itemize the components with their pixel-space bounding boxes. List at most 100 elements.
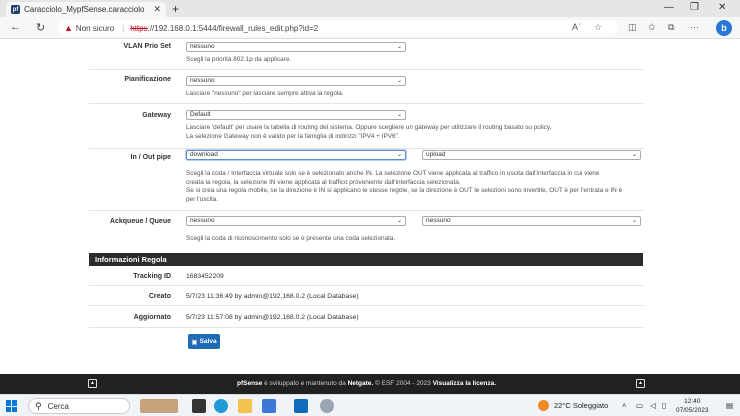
task-view-icon[interactable] [192, 399, 206, 413]
more-menu-icon[interactable]: ··· [690, 22, 699, 32]
taskbar-search[interactable]: ⚲ Cerca [28, 398, 130, 414]
out-pipe-value: upload [426, 151, 446, 158]
read-aloud-icon[interactable]: Aʾ [572, 22, 581, 32]
schedule-value: nessuno [190, 77, 215, 84]
gateway-label: Gateway [142, 112, 171, 119]
out-pipe-select[interactable]: upload ⌄ [422, 150, 641, 160]
created-value: 5/7/23 11:36:49 by admin@192.168.0.2 (Lo… [186, 293, 359, 300]
windows-start-icon[interactable] [6, 400, 18, 412]
pfsense-footer: ▲ pfSense è sviluppato e mantenuto da Ne… [0, 374, 740, 394]
page-content: VLAN Prio Set nessuno ⌄ Scegli la priori… [0, 39, 740, 374]
edge-icon[interactable] [214, 399, 228, 413]
url-separator: | [122, 23, 125, 33]
gateway-help-1: Lasciare 'default' per usare la tabella … [186, 124, 552, 131]
mail-icon[interactable] [294, 399, 308, 413]
vlan-prio-label: VLAN Prio Set [123, 43, 171, 50]
ackqueue-help: Scegli la coda di riconoscimento solo se… [186, 235, 396, 242]
queue-select[interactable]: nessuno ⌄ [422, 216, 641, 226]
volume-icon[interactable]: ◁ [650, 401, 656, 410]
in-pipe-select[interactable]: download ⌄ [186, 150, 406, 160]
network-icon[interactable]: ▭ [636, 401, 643, 410]
chevron-down-icon: ⌄ [631, 218, 637, 224]
footer-mid: è sviluppato e mantenuto da [262, 380, 348, 387]
pfsense-favicon-icon: pf [11, 5, 20, 14]
close-tab-icon[interactable]: ✕ [153, 4, 161, 15]
footer-copyright: © ESF 2004 - 2023 [373, 380, 433, 387]
minimize-icon[interactable]: — [664, 2, 674, 13]
browser-tabstrip: pf Caracciolo_MypfSense.caracciolo ✕ + —… [0, 0, 740, 17]
scroll-top-icon[interactable]: ▲ [88, 379, 97, 388]
vlan-prio-value: nessuno [190, 43, 215, 50]
save-icon: ▣ [191, 338, 198, 346]
license-link[interactable]: Visualizza la licenza. [433, 380, 496, 387]
warning-icon: ▲ [64, 23, 73, 33]
chevron-down-icon: ⌄ [631, 152, 637, 158]
ackqueue-select[interactable]: nessuno ⌄ [186, 216, 406, 226]
vlan-prio-help: Scegli la priorità 802.1p da applicare. [186, 56, 292, 63]
pipe-help-2: creata la regola, la selezione IN viene … [186, 178, 461, 186]
pipe-row: In / Out pipe download ⌄ upload ⌄ Scegli… [89, 149, 643, 211]
vlan-prio-select[interactable]: nessuno ⌄ [186, 42, 406, 52]
rule-info-header: Informazioni Regola [89, 253, 643, 266]
tab-title: Caracciolo_MypfSense.caracciolo [24, 5, 145, 14]
split-screen-icon[interactable]: ◫ [628, 22, 637, 33]
pipe-help-1: Scegli la coda / Interfaccia virtuale so… [186, 170, 600, 177]
new-tab-button[interactable]: + [172, 2, 179, 16]
pipe-help-3: Se si crea una regola mobile, se la dire… [186, 187, 623, 195]
tracking-row: Tracking ID 1683452209 [89, 266, 643, 286]
tracking-label: Tracking ID [133, 273, 171, 280]
maximize-icon[interactable]: ❐ [690, 2, 699, 13]
tracking-value: 1683452209 [186, 273, 224, 280]
favorites-icon[interactable]: ✩ [648, 22, 656, 33]
taskbar-clock[interactable]: 12:40 07/05/2023 [676, 397, 709, 415]
queue-value: nessuno [426, 217, 451, 224]
file-explorer-icon[interactable] [238, 399, 252, 413]
chevron-down-icon: ⌄ [396, 152, 402, 158]
chevron-down-icon: ⌄ [396, 44, 402, 50]
netgate-link[interactable]: Netgate. [348, 380, 374, 387]
clock-time: 12:40 [684, 398, 701, 405]
search-icon: ⚲ [35, 400, 42, 411]
store-icon[interactable] [262, 399, 276, 413]
save-label: Salva [199, 338, 217, 345]
close-window-icon[interactable]: ✕ [718, 2, 726, 13]
chevron-down-icon: ⌄ [396, 218, 402, 224]
created-row: Creato 5/7/23 11:36:49 by admin@192.168.… [89, 286, 643, 306]
tray-chevron-icon[interactable]: ˄ [622, 401, 626, 410]
pipe-help-4: per l'uscita. [186, 195, 219, 203]
back-icon[interactable]: ← [10, 21, 21, 33]
created-label: Creato [148, 293, 171, 300]
pipe-label: In / Out pipe [130, 154, 171, 161]
updated-label: Aggiornato [133, 314, 171, 321]
url-scheme: https [130, 23, 148, 33]
refresh-icon[interactable]: ↻ [36, 21, 45, 34]
search-highlight-icon[interactable] [140, 399, 178, 413]
save-button[interactable]: ▣ Salva [188, 334, 220, 349]
windows-taskbar: ⚲ Cerca 22°C Soleggiato ˄ ▭ ◁ ▯ 12:40 07… [0, 394, 740, 416]
address-bar-area: ← ↻ ▲ Non sicuro | https ://192.168.0.1:… [0, 17, 740, 39]
insecure-label: Non sicuro [75, 23, 115, 33]
favorite-star-icon[interactable]: ☆ [594, 22, 602, 33]
bing-copilot-icon[interactable]: b [716, 20, 732, 36]
weather-sun-icon [538, 400, 549, 411]
weather-text[interactable]: 22°C Soleggiato [554, 401, 608, 410]
footer-text: pfSense è sviluppato e mantenuto da Netg… [237, 380, 496, 387]
schedule-select[interactable]: nessuno ⌄ [186, 76, 406, 86]
gateway-value: Default [190, 111, 211, 118]
schedule-help: Lasciare "nessuno" per lasciare sempre a… [186, 90, 344, 97]
schedule-label: Pianificazione [124, 76, 171, 83]
gateway-select[interactable]: Default ⌄ [186, 110, 406, 120]
notification-icon[interactable]: ▤ [726, 401, 733, 410]
battery-icon[interactable]: ▯ [662, 401, 666, 410]
updated-value: 5/7/23 11:57:08 by admin@192.168.0.2 (Lo… [186, 314, 359, 321]
browser-tab[interactable]: pf Caracciolo_MypfSense.caracciolo ✕ [6, 2, 166, 17]
url-field[interactable]: ▲ Non sicuro | https ://192.168.0.1:5444… [58, 20, 618, 36]
clock-date: 07/05/2023 [676, 407, 709, 414]
app-icon[interactable] [320, 399, 334, 413]
scroll-top-right-icon[interactable]: ▲ [636, 379, 645, 388]
taskbar-search-label: Cerca [47, 401, 69, 411]
collections-icon[interactable]: ⧉ [668, 22, 674, 33]
url-path: ://192.168.0.1:5444/firewall_rules_edit.… [147, 23, 319, 33]
vlan-prio-row: VLAN Prio Set nessuno ⌄ Scegli la priori… [89, 39, 643, 70]
footer-brand: pfSense [237, 380, 263, 387]
